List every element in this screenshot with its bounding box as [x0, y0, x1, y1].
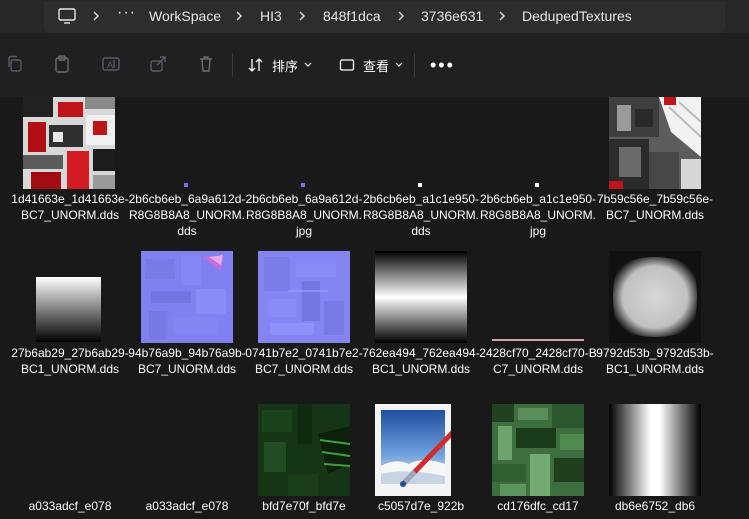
file-name: 2b6cb6eb_a1c1e950-R8G8B8A8_UNORM.dds [362, 192, 480, 238]
file-item[interactable]: 2b6cb6eb_6a9a612d-R8G8B8A8_UNORM.jpg [245, 97, 363, 239]
dark-green-thumbnail [258, 404, 350, 496]
file-name: 762ea494_762ea494-BC1_UNORM.dds [362, 346, 480, 376]
file-item[interactable]: a033adcf_e078 [128, 404, 246, 514]
purple-dot-thumbnail [184, 183, 188, 187]
chevron-right-icon[interactable] [298, 11, 306, 21]
more-options-button[interactable]: ••• [430, 55, 455, 76]
command-separator [414, 53, 415, 77]
file-name: 2b6cb6eb_6a9a612d-R8G8B8A8_UNORM.dds [128, 192, 246, 238]
file-name: 2428cf70_2428cf70-BC7_UNORM.dds [479, 346, 597, 376]
purple-dot-thumbnail [301, 183, 305, 187]
file-item[interactable]: a033adcf_e078 [11, 404, 129, 514]
chevron-right-icon[interactable] [498, 11, 506, 21]
svg-text:A: A [107, 60, 113, 70]
normal-map-thumbnail [258, 251, 350, 343]
file-item[interactable]: db6e6752_db6 [596, 404, 714, 514]
breadcrumb-overflow-button[interactable]: ··· [117, 4, 136, 22]
file-item[interactable]: 27b6ab29_27b6ab29-BC1_UNORM.dds [11, 251, 129, 377]
file-name: a033adcf_e078 [28, 499, 112, 513]
command-bar: A 排序 查看 ••• [0, 33, 749, 98]
chevron-right-icon[interactable] [235, 11, 243, 21]
file-item[interactable]: 94b76a9b_94b76a9b-BC7_UNORM.dds [128, 251, 246, 377]
file-item[interactable]: c5057d7e_922b [362, 404, 480, 514]
white-dot-thumbnail [418, 183, 422, 187]
sort-icon [248, 58, 263, 72]
file-name: 7b59c56e_7b59c56e-BC7_UNORM.dds [596, 192, 714, 222]
command-separator [232, 53, 233, 77]
file-item[interactable]: cd176dfc_cd17 [479, 404, 597, 514]
breadcrumb-workspace[interactable]: WorkSpace [149, 8, 221, 24]
chevron-right-icon[interactable] [92, 11, 100, 21]
file-name: c5057d7e_922b [377, 499, 465, 513]
thin-line-thumbnail [492, 339, 584, 341]
chevron-down-icon [395, 62, 403, 67]
paste-icon[interactable] [52, 54, 72, 74]
empty-thumbnail [128, 404, 246, 496]
file-name: db6e6752_db6 [614, 499, 696, 513]
vignette-thumbnail [609, 251, 701, 343]
file-item[interactable]: 2b6cb6eb_6a9a612d-R8G8B8A8_UNORM.dds [128, 97, 246, 239]
sort-button[interactable]: 排序 [248, 50, 320, 80]
file-item[interactable]: bfd7e70f_bfd7e [245, 404, 363, 514]
view-button[interactable]: 查看 [339, 50, 411, 80]
file-name: 27b6ab29_27b6ab29-BC1_UNORM.dds [11, 346, 129, 376]
green-texture-thumbnail [492, 404, 584, 496]
file-item[interactable]: 762ea494_762ea494-BC1_UNORM.dds [362, 251, 480, 377]
breadcrumb-dedupedtextures[interactable]: DedupedTextures [522, 8, 632, 24]
paint-icon-thumbnail [375, 404, 451, 496]
chevron-down-icon [304, 62, 312, 67]
file-item[interactable]: 1d41663e_1d41663e-BC7_UNORM.dds [11, 97, 129, 223]
breadcrumb-848f1dca[interactable]: 848f1dca [323, 8, 381, 24]
file-grid: 1d41663e_1d41663e-BC7_UNORM.dds 2b6cb6eb… [0, 97, 749, 519]
share-icon[interactable] [148, 54, 168, 74]
empty-thumbnail [11, 404, 129, 496]
gradient-band-thumbnail [375, 251, 467, 343]
file-item[interactable]: 9792d53b_9792d53b-BC1_UNORM.dds [596, 251, 714, 377]
file-name: 2b6cb6eb_6a9a612d-R8G8B8A8_UNORM.jpg [245, 192, 363, 238]
view-icon [339, 59, 355, 71]
copy-icon[interactable] [5, 54, 25, 74]
sort-label: 排序 [272, 58, 299, 74]
normal-map-thumbnail [141, 251, 233, 343]
file-item[interactable]: 7b59c56e_7b59c56e-BC7_UNORM.dds [596, 97, 714, 223]
chevron-right-icon[interactable] [397, 11, 405, 21]
file-item[interactable]: 2b6cb6eb_a1c1e950-R8G8B8A8_UNORM.dds [362, 97, 480, 239]
file-name: a033adcf_e078 [145, 499, 229, 513]
breadcrumb-3736e631[interactable]: 3736e631 [421, 8, 483, 24]
file-name: 0741b7e2_0741b7e2-BC7_UNORM.dds [245, 346, 363, 376]
file-item[interactable]: 2b6cb6eb_a1c1e950-R8G8B8A8_UNORM.jpg [479, 97, 597, 239]
file-name: 2b6cb6eb_a1c1e950-R8G8B8A8_UNORM.jpg [479, 192, 597, 238]
breadcrumb-hi3[interactable]: HI3 [260, 8, 282, 24]
rename-icon[interactable]: A [101, 54, 121, 74]
address-bar: ··· WorkSpace HI3 848f1dca 3736e631 Dedu… [0, 0, 749, 33]
file-name: bfd7e70f_bfd7e [262, 499, 346, 513]
view-label: 查看 [363, 58, 390, 74]
file-name: 94b76a9b_94b76a9b-BC7_UNORM.dds [128, 346, 246, 376]
file-item[interactable]: 2428cf70_2428cf70-BC7_UNORM.dds [479, 251, 597, 377]
gradient-thumbnail [36, 277, 101, 342]
file-name: 9792d53b_9792d53b-BC1_UNORM.dds [596, 346, 714, 376]
mech-texture-thumbnail [609, 97, 701, 189]
delete-icon[interactable] [196, 54, 216, 74]
this-pc-icon[interactable] [58, 8, 76, 24]
gradient-horizontal-thumbnail [609, 404, 701, 496]
red-texture-thumbnail [23, 97, 115, 189]
white-dot-thumbnail [535, 183, 539, 187]
file-name: cd176dfc_cd17 [497, 499, 579, 513]
file-item[interactable]: 0741b7e2_0741b7e2-BC7_UNORM.dds [245, 251, 363, 377]
file-name: 1d41663e_1d41663e-BC7_UNORM.dds [11, 192, 129, 222]
